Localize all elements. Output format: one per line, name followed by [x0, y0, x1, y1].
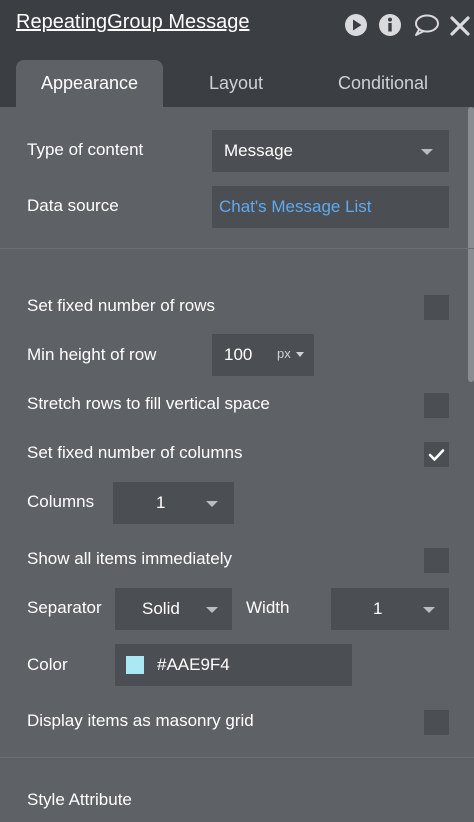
element-title[interactable]: RepeatingGroup Message	[16, 11, 249, 34]
min-height-unit[interactable]: px	[277, 346, 291, 361]
fixed-rows-label: Set fixed number of rows	[27, 296, 216, 315]
unit-chevron-down-icon	[296, 352, 304, 357]
section-divider	[0, 248, 474, 249]
style-attribute-label: Style Attribute	[27, 790, 132, 809]
tab-appearance[interactable]: Appearance	[16, 60, 163, 107]
min-height-value[interactable]: 100	[212, 345, 252, 365]
type-of-content-dropdown[interactable]: Message	[212, 130, 449, 172]
chevron-down-icon	[206, 607, 218, 613]
stretch-rows-label: Stretch rows to fill vertical space	[27, 394, 270, 413]
separator-style-dropdown[interactable]: Solid	[115, 588, 232, 630]
close-icon[interactable]	[449, 12, 471, 38]
color-picker[interactable]: #AAE9F4	[115, 644, 352, 686]
comment-icon[interactable]	[412, 12, 440, 38]
separator-label: Separator	[27, 598, 102, 617]
tab-bar: Appearance Layout Conditional	[0, 50, 474, 107]
fixed-columns-label: Set fixed number of columns	[27, 443, 243, 462]
separator-width-value: 1	[373, 599, 383, 618]
min-height-input[interactable]: 100 px	[212, 334, 314, 376]
columns-dropdown[interactable]: 1	[113, 482, 234, 524]
separator-style-value: Solid	[142, 599, 180, 618]
min-height-label: Min height of row	[27, 345, 157, 364]
chevron-down-icon	[423, 607, 435, 613]
scrollbar[interactable]	[468, 107, 474, 382]
data-source-value[interactable]: Chat's Message List	[212, 197, 372, 217]
info-icon[interactable]	[377, 12, 403, 38]
color-label: Color	[27, 655, 68, 674]
title-bar: RepeatingGroup Message	[0, 0, 474, 50]
tab-layout[interactable]: Layout	[178, 60, 294, 107]
columns-label: Columns	[27, 492, 95, 511]
type-of-content-value: Message	[224, 141, 293, 160]
masonry-grid-checkbox[interactable]	[424, 710, 449, 735]
data-source-field[interactable]: Chat's Message List	[212, 186, 449, 228]
columns-value: 1	[156, 493, 166, 512]
tab-conditional[interactable]: Conditional	[310, 60, 456, 107]
play-icon[interactable]	[343, 12, 369, 38]
show-all-items-checkbox[interactable]	[424, 548, 449, 573]
chevron-down-icon	[206, 501, 218, 507]
color-swatch[interactable]	[126, 656, 144, 674]
type-of-content-label: Type of content	[27, 140, 144, 159]
chevron-down-icon	[421, 149, 433, 155]
section-divider	[0, 757, 474, 758]
separator-width-dropdown[interactable]: 1	[331, 588, 449, 630]
data-source-label: Data source	[27, 196, 119, 215]
width-label: Width	[246, 598, 290, 617]
show-all-items-label: Show all items immediately	[27, 549, 233, 568]
fixed-rows-checkbox[interactable]	[424, 295, 449, 320]
stretch-rows-checkbox[interactable]	[424, 393, 449, 418]
checkmark-icon	[428, 449, 445, 461]
fixed-columns-checkbox[interactable]	[424, 442, 449, 467]
masonry-grid-label: Display items as masonry grid	[27, 711, 254, 730]
